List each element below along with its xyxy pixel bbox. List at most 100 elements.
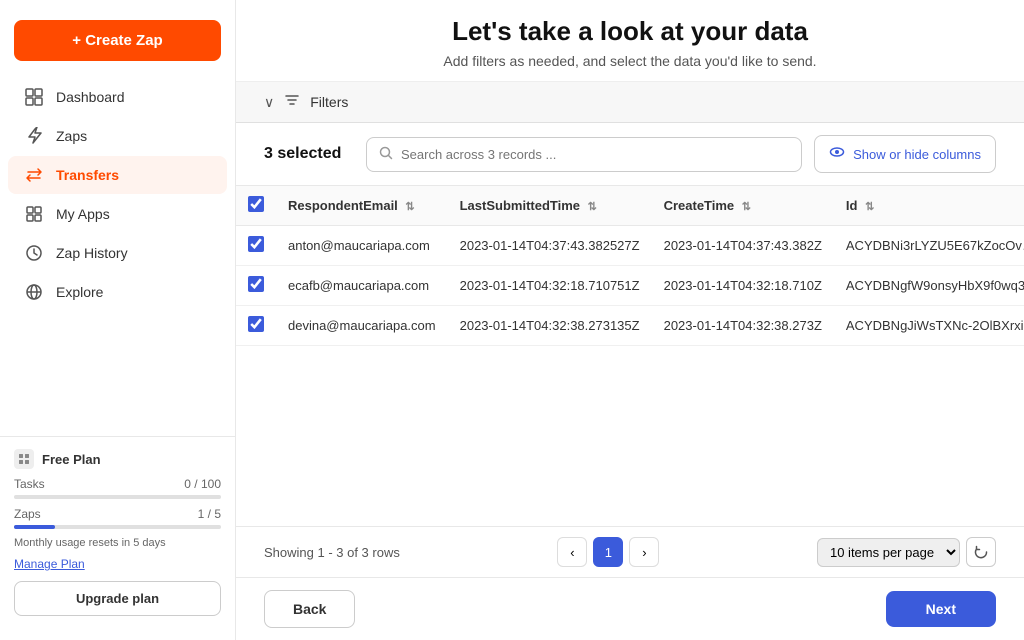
col-checkbox [236, 186, 276, 226]
row3-id: ACYDBNgJiWsTXNc-2OlBXrxiuEK1RR2rz0 [834, 306, 1024, 346]
sidebar-item-zaps[interactable]: Zaps [8, 117, 227, 155]
pagination-bar: Showing 1 - 3 of 3 rows ‹ 1 › 10 items p… [236, 526, 1024, 577]
row3-last-submitted: 2023-01-14T04:32:38.273135Z [448, 306, 652, 346]
select-all-checkbox[interactable] [248, 196, 264, 212]
zaps-bar-bg [14, 525, 221, 529]
show-hide-columns-label: Show or hide columns [853, 147, 981, 162]
refresh-button[interactable] [966, 537, 996, 567]
search-icon [379, 146, 393, 163]
sort-arrows-id: ⇅ [865, 201, 874, 213]
showing-text: Showing 1 - 3 of 3 rows [264, 545, 400, 560]
filters-label: Filters [310, 94, 348, 110]
tasks-label: Tasks [14, 477, 45, 491]
transfers-icon [24, 166, 44, 184]
col-respondent-email[interactable]: RespondentEmail ⇅ [276, 186, 448, 226]
tasks-usage-row: Tasks 0 / 100 [14, 477, 221, 491]
table-row: ecafb@maucariapa.com 2023-01-14T04:32:18… [236, 266, 1024, 306]
sort-arrows-create: ⇅ [742, 201, 751, 213]
page-controls: ‹ 1 › [557, 537, 659, 567]
col-last-submitted[interactable]: LastSubmittedTime ⇅ [448, 186, 652, 226]
plan-label-row: Free Plan [14, 449, 221, 469]
row2-id: ACYDBNgfW9onsyHbX9f0wq3BvZl0_66b [834, 266, 1024, 306]
filters-chevron-icon: ∨ [264, 94, 274, 111]
col-id[interactable]: Id ⇅ [834, 186, 1024, 226]
next-page-button[interactable]: › [629, 537, 659, 567]
table-section: 3 selected Show or hide columns Re [236, 123, 1024, 577]
row3-email: devina@maucariapa.com [276, 306, 448, 346]
next-button[interactable]: Next [886, 591, 996, 627]
create-zap-button[interactable]: + Create Zap [14, 20, 221, 61]
zaps-count: 1 / 5 [198, 507, 221, 521]
row3-create-time: 2023-01-14T04:32:38.273Z [652, 306, 834, 346]
sidebar: + Create Zap Dashboard Zaps Transfers My… [0, 0, 236, 640]
row1-id: ACYDBNi3rLYZU5E67kZocOvDJg4X9PcF [834, 226, 1024, 266]
sidebar-item-dashboard-label: Dashboard [56, 89, 125, 105]
row2-last-submitted: 2023-01-14T04:32:18.710751Z [448, 266, 652, 306]
prev-page-button[interactable]: ‹ [557, 537, 587, 567]
sidebar-plan-section: Free Plan Tasks 0 / 100 Zaps 1 / 5 Month… [0, 436, 235, 628]
row1-checkbox[interactable] [248, 236, 264, 252]
sidebar-item-transfers-label: Transfers [56, 167, 119, 183]
page-title: Let's take a look at your data [264, 16, 996, 47]
page-subtitle: Add filters as needed, and select the da… [264, 53, 996, 69]
explore-icon [24, 283, 44, 301]
table-row: anton@maucariapa.com 2023-01-14T04:37:43… [236, 226, 1024, 266]
sidebar-item-zaps-label: Zaps [56, 128, 87, 144]
sort-arrows-submitted: ⇅ [588, 201, 597, 213]
dashboard-icon [24, 88, 44, 106]
row1-checkbox-cell [236, 226, 276, 266]
row2-email: ecafb@maucariapa.com [276, 266, 448, 306]
manage-plan-link[interactable]: Manage Plan [14, 557, 221, 571]
sidebar-nav: Dashboard Zaps Transfers My Apps Zap His… [0, 77, 235, 312]
sidebar-item-zap-history-label: Zap History [56, 245, 128, 261]
search-input[interactable] [401, 147, 789, 162]
row1-last-submitted: 2023-01-14T04:37:43.382527Z [448, 226, 652, 266]
col-create-time[interactable]: CreateTime ⇅ [652, 186, 834, 226]
sidebar-item-explore-label: Explore [56, 284, 103, 300]
reset-note: Monthly usage resets in 5 days [14, 537, 221, 549]
filters-bar[interactable]: ∨ Filters [236, 82, 1024, 123]
tasks-bar-bg [14, 495, 221, 499]
row2-create-time: 2023-01-14T04:32:18.710Z [652, 266, 834, 306]
eye-icon [829, 144, 845, 164]
sidebar-item-explore[interactable]: Explore [8, 273, 227, 311]
search-box[interactable] [366, 137, 802, 172]
upgrade-plan-button[interactable]: Upgrade plan [14, 581, 221, 616]
page-1-button[interactable]: 1 [593, 537, 623, 567]
items-per-page: 10 items per page 25 items per page 50 i… [817, 537, 996, 567]
main-header: Let's take a look at your data Add filte… [236, 0, 1024, 82]
plan-icon [14, 449, 34, 469]
sidebar-item-my-apps-label: My Apps [56, 206, 110, 222]
my-apps-icon [24, 205, 44, 223]
row2-checkbox-cell [236, 266, 276, 306]
row2-checkbox[interactable] [248, 276, 264, 292]
sidebar-item-dashboard[interactable]: Dashboard [8, 78, 227, 116]
sidebar-item-transfers[interactable]: Transfers [8, 156, 227, 194]
row3-checkbox-cell [236, 306, 276, 346]
row1-create-time: 2023-01-14T04:37:43.382Z [652, 226, 834, 266]
data-table: RespondentEmail ⇅ LastSubmittedTime ⇅ Cr… [236, 186, 1024, 526]
items-per-page-select[interactable]: 10 items per page 25 items per page 50 i… [817, 538, 960, 567]
row3-checkbox[interactable] [248, 316, 264, 332]
selected-count: 3 selected [264, 145, 354, 163]
sort-arrows-email: ⇅ [405, 201, 414, 213]
zaps-label: Zaps [14, 507, 41, 521]
zap-history-icon [24, 244, 44, 262]
sidebar-item-my-apps[interactable]: My Apps [8, 195, 227, 233]
back-button[interactable]: Back [264, 590, 355, 628]
records-table: RespondentEmail ⇅ LastSubmittedTime ⇅ Cr… [236, 186, 1024, 346]
main-content: Let's take a look at your data Add filte… [236, 0, 1024, 640]
table-row: devina@maucariapa.com 2023-01-14T04:32:3… [236, 306, 1024, 346]
tasks-count: 0 / 100 [184, 477, 221, 491]
plan-label: Free Plan [42, 452, 101, 467]
footer-nav: Back Next [236, 577, 1024, 640]
table-toolbar: 3 selected Show or hide columns [236, 123, 1024, 186]
zaps-icon [24, 127, 44, 145]
row1-email: anton@maucariapa.com [276, 226, 448, 266]
filters-icon [284, 92, 300, 112]
zaps-usage-row: Zaps 1 / 5 [14, 507, 221, 521]
sidebar-item-zap-history[interactable]: Zap History [8, 234, 227, 272]
show-hide-columns-button[interactable]: Show or hide columns [814, 135, 996, 173]
table-header-row: RespondentEmail ⇅ LastSubmittedTime ⇅ Cr… [236, 186, 1024, 226]
zaps-bar-fill [14, 525, 55, 529]
